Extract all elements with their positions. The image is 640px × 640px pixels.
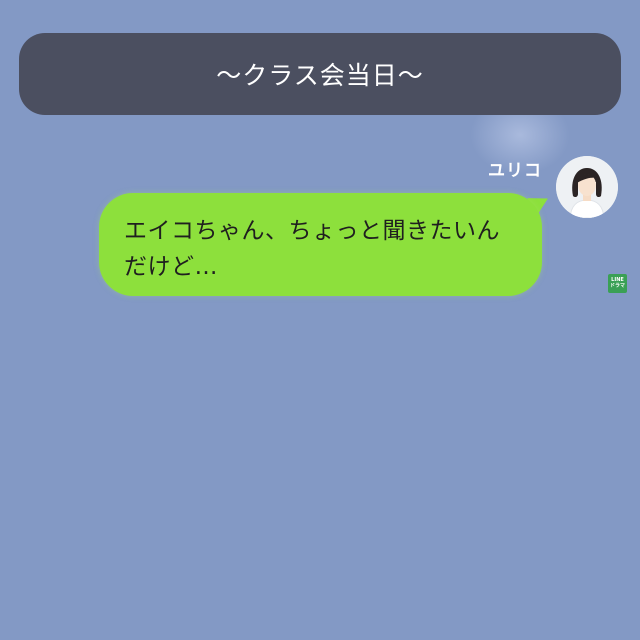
woman-avatar-icon[interactable] [556,156,618,218]
logo-line2: ドラマ [609,283,625,289]
sender-name: ユリコ [488,161,542,181]
scene-banner-text: 〜クラス会当日〜 [216,61,424,90]
scene-banner: 〜クラス会当日〜 [19,33,621,115]
line-drama-logo: LINE ドラマ [608,274,627,293]
message-text: エイコちゃん、ちょっと聞きたいんだけど… [124,218,500,280]
avatar-illustration [556,156,618,218]
message-bubble[interactable]: エイコちゃん、ちょっと聞きたいんだけど… [99,193,542,296]
